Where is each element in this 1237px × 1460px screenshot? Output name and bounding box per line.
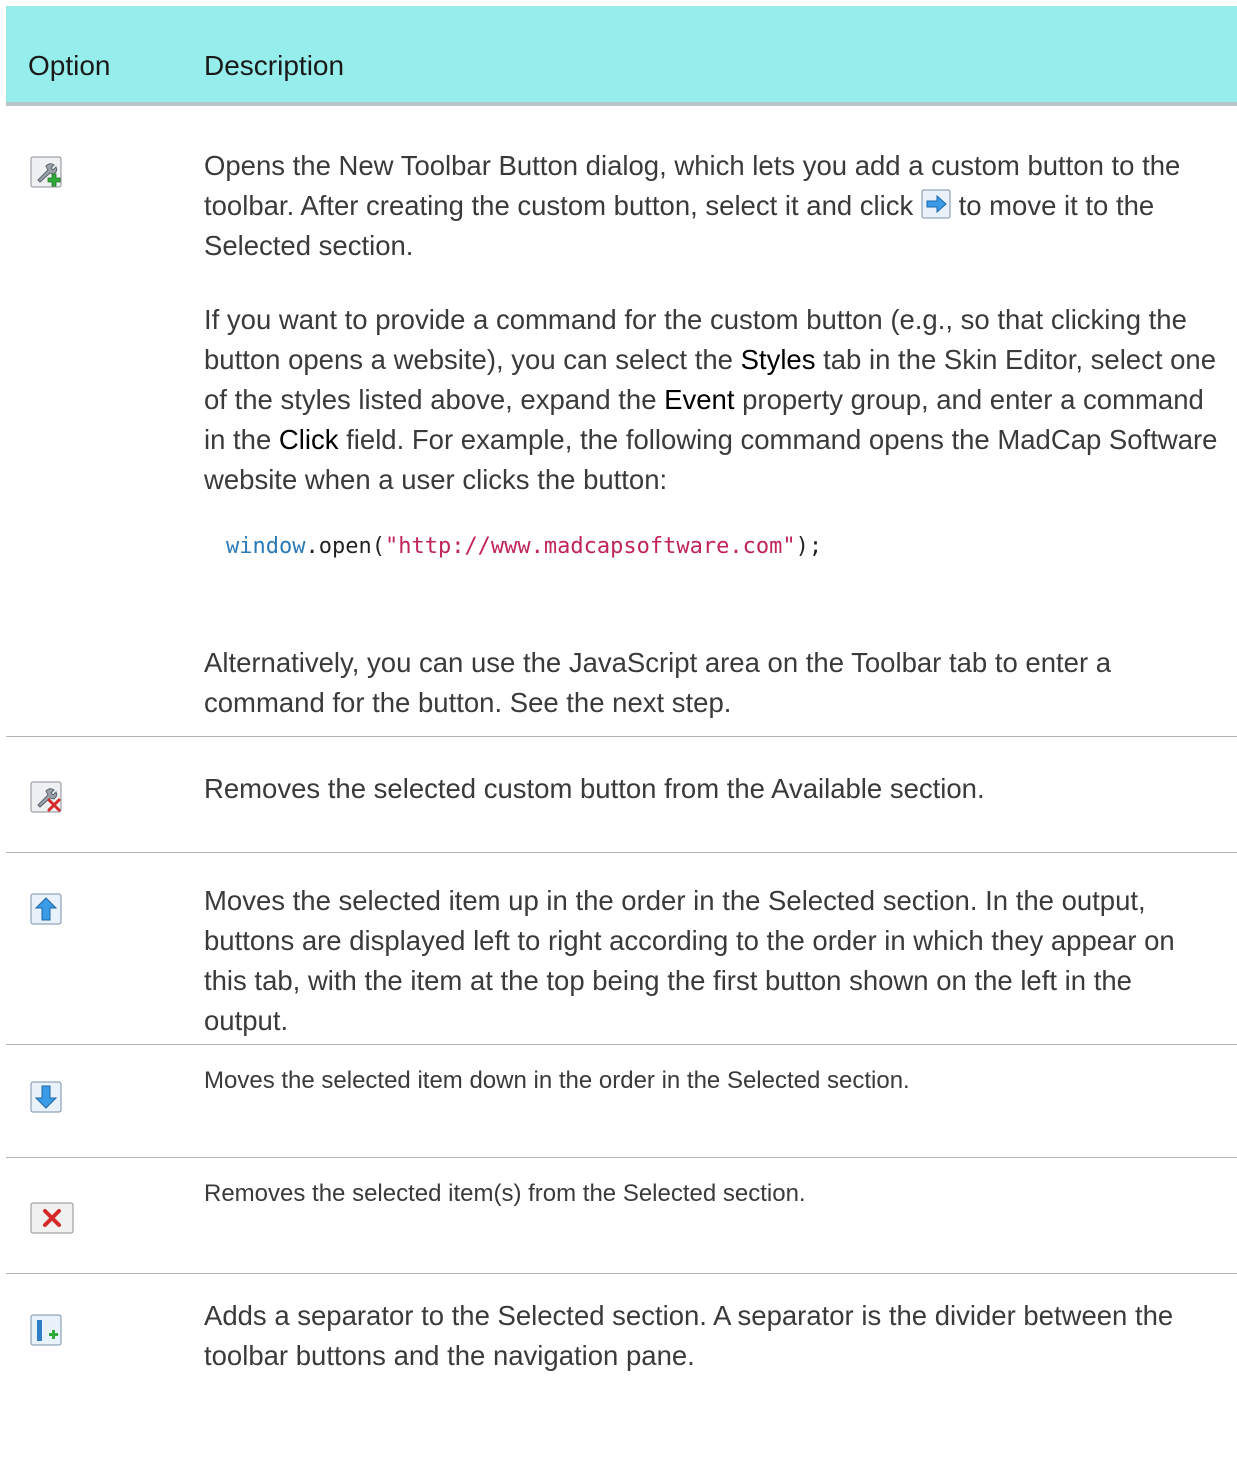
description-paragraph: If you want to provide a command for the… [204,300,1223,500]
styles-term: Styles [740,344,816,375]
description-cell: Removes the selected custom button from … [204,769,1223,809]
description-cell: Moves the selected item down in the orde… [204,1065,1223,1097]
table-header: Option Description [6,6,1237,106]
table-row: Removes the selected custom button from … [6,737,1237,853]
description-cell: Opens the New Toolbar Button dialog, whi… [204,146,1223,723]
move-right-arrow-icon [921,189,951,219]
add-custom-button-icon [30,156,62,188]
table-row: Adds a separator to the Selected section… [6,1274,1237,1404]
table-row: Removes the selected item(s) from the Se… [6,1158,1237,1274]
table-row: Opens the New Toolbar Button dialog, whi… [6,106,1237,737]
header-description: Description [204,50,345,81]
code-end: ); [795,534,823,559]
code-method: .open( [305,534,385,559]
code-object: window [226,534,306,559]
header-option: Option [28,50,111,81]
description-paragraph: Removes the selected custom button from … [204,773,985,804]
move-down-icon [30,1081,62,1113]
move-up-icon [30,893,62,925]
description-paragraph: Adds a separator to the Selected section… [204,1300,1174,1371]
description-paragraph: Removes the selected item(s) from the Se… [204,1180,806,1207]
event-term: Event [664,384,735,415]
code-sample: window.open("http://www.madcapsoftware.c… [226,534,1223,559]
options-table: Option Description Opens the New Toolbar… [6,6,1237,1404]
description-paragraph: Alternatively, you can use the JavaScrip… [204,647,1112,718]
click-term: Click [278,424,339,455]
remove-custom-button-icon [30,781,62,813]
table-row: Moves the selected item up in the order … [6,853,1237,1045]
description-cell: Adds a separator to the Selected section… [204,1296,1223,1376]
description-paragraph: Moves the selected item down in the orde… [204,1067,910,1094]
description-paragraph: Moves the selected item up in the order … [204,885,1175,1036]
description-cell: Moves the selected item up in the order … [204,881,1223,1041]
text-segment: field. For example, the following comman… [204,424,1218,495]
remove-item-icon [30,1202,74,1234]
add-separator-icon [30,1314,62,1346]
description-cell: Removes the selected item(s) from the Se… [204,1178,1223,1210]
code-string: "http://www.madcapsoftware.com" [384,534,796,559]
description-paragraph: Opens the New Toolbar Button dialog, whi… [204,146,1223,266]
table-row: Moves the selected item down in the orde… [6,1045,1237,1158]
